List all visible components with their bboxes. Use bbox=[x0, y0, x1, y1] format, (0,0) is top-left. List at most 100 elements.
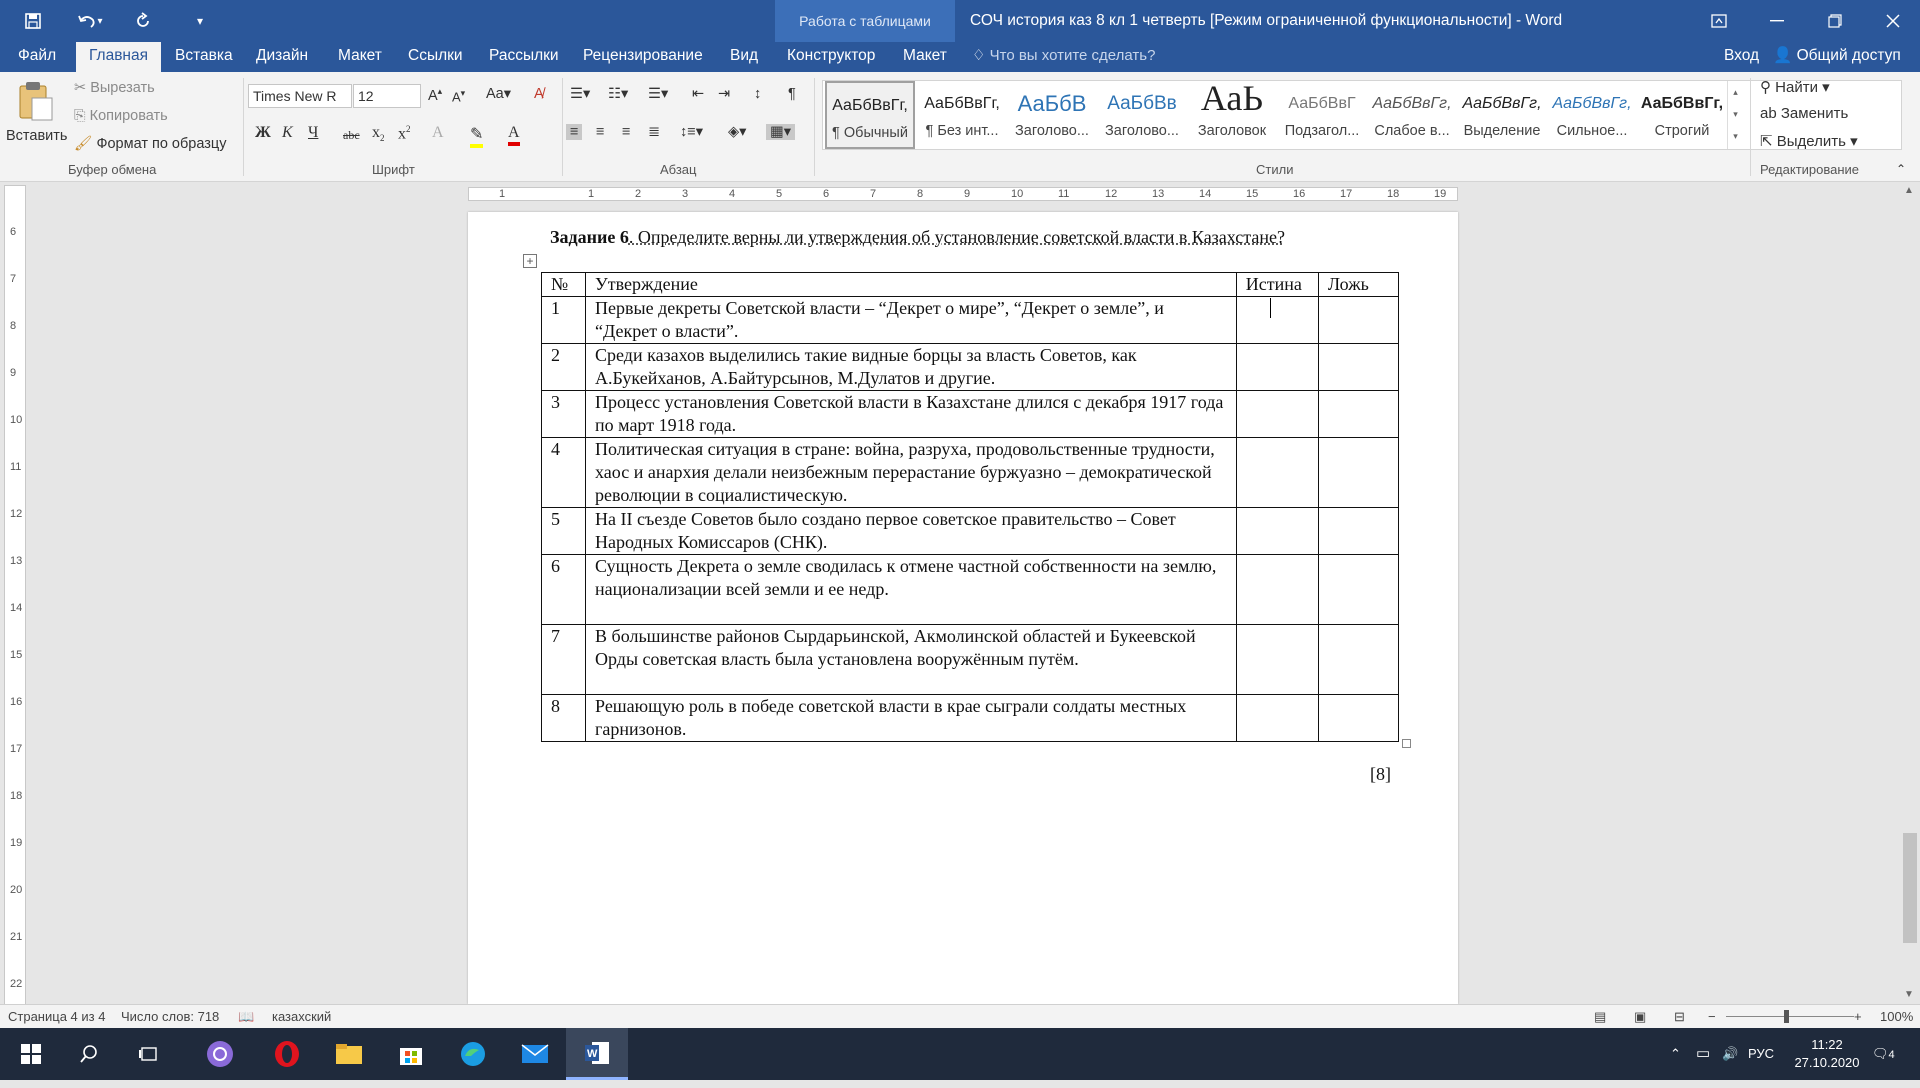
true-cell[interactable] bbox=[1236, 695, 1318, 742]
ribbon-display-options-icon[interactable] bbox=[1690, 0, 1748, 42]
bold-icon[interactable]: Ж bbox=[255, 124, 271, 142]
row-statement[interactable]: На II съезде Советов было создано первое… bbox=[586, 508, 1237, 555]
scroll-up-icon[interactable]: ▲ bbox=[1904, 185, 1914, 196]
change-case-icon[interactable]: Aa▾ bbox=[486, 86, 511, 102]
row-statement[interactable]: Решающую роль в победе советской власти … bbox=[586, 695, 1237, 742]
tab-view[interactable]: Вид bbox=[730, 42, 758, 72]
row-statement[interactable]: В большинстве районов Сырдарьинской, Акм… bbox=[586, 625, 1237, 695]
collapse-ribbon-icon[interactable]: ⌃ bbox=[1896, 162, 1906, 176]
grow-font-icon[interactable]: A▴ bbox=[428, 86, 442, 104]
false-cell[interactable] bbox=[1318, 297, 1398, 344]
clear-formatting-icon[interactable]: A̸ bbox=[534, 86, 544, 102]
tell-me-search[interactable]: ♢ Что вы хотите сделать? bbox=[972, 42, 1155, 72]
select-button[interactable]: ⇱ Выделить ▾ bbox=[1760, 132, 1858, 150]
true-cell[interactable] bbox=[1236, 391, 1318, 438]
false-cell[interactable] bbox=[1318, 508, 1398, 555]
tab-review[interactable]: Рецензирование bbox=[583, 42, 703, 72]
row-statement[interactable]: Первые декреты Советской власти – “Декре… bbox=[586, 297, 1237, 344]
style-title[interactable]: АаЬ Заголовок bbox=[1187, 81, 1277, 149]
style-normal[interactable]: АаБбВвГг, ¶ Обычный bbox=[825, 81, 915, 149]
false-cell[interactable] bbox=[1318, 695, 1398, 742]
signin-link[interactable]: Вход bbox=[1724, 42, 1759, 72]
tab-design[interactable]: Дизайн bbox=[256, 42, 308, 72]
show-marks-icon[interactable]: ¶ bbox=[788, 86, 796, 102]
style-subtle-emphasis[interactable]: АаБбВвГг, Слабое в... bbox=[1367, 81, 1457, 149]
scroll-down-icon[interactable]: ▼ bbox=[1904, 989, 1914, 1000]
false-cell[interactable] bbox=[1318, 344, 1398, 391]
word-app-icon[interactable]: W bbox=[566, 1028, 628, 1080]
zoom-slider-thumb[interactable] bbox=[1784, 1010, 1789, 1023]
true-cell[interactable] bbox=[1236, 625, 1318, 695]
style-heading-1[interactable]: АаБбВ Заголово... bbox=[1007, 81, 1097, 149]
true-cell[interactable] bbox=[1236, 555, 1318, 625]
style-subtitle[interactable]: АаБбВвГ Подзагол... bbox=[1277, 81, 1367, 149]
shading-icon[interactable]: ◈▾ bbox=[728, 124, 746, 140]
file-explorer-icon[interactable] bbox=[318, 1028, 380, 1080]
sort-icon[interactable]: ↕ bbox=[754, 86, 761, 102]
underline-icon[interactable]: Ч bbox=[308, 124, 318, 142]
clock[interactable]: 11:22 27.10.2020 bbox=[1792, 1036, 1862, 1088]
tab-table-layout[interactable]: Макет bbox=[903, 42, 947, 72]
tab-table-design[interactable]: Конструктор bbox=[787, 42, 875, 72]
strikethrough-icon[interactable]: abc bbox=[343, 128, 360, 143]
text-effects-icon[interactable]: A bbox=[432, 124, 444, 142]
font-name-combo[interactable]: Times New R bbox=[248, 84, 352, 108]
store-icon[interactable] bbox=[380, 1028, 442, 1080]
zoom-slider[interactable] bbox=[1726, 1016, 1854, 1017]
mail-icon[interactable] bbox=[504, 1028, 566, 1080]
bullets-icon[interactable]: ☰▾ bbox=[570, 86, 590, 102]
tray-overflow-icon[interactable]: ⌃ bbox=[1670, 1028, 1681, 1080]
styles-scroll-icon[interactable]: ▴ ▾ ▾ bbox=[1727, 81, 1743, 149]
true-cell[interactable] bbox=[1236, 344, 1318, 391]
find-button[interactable]: ⚲ Найти ▾ bbox=[1760, 78, 1830, 96]
tab-references[interactable]: Ссылки bbox=[408, 42, 463, 72]
tab-file[interactable]: Файл bbox=[18, 42, 56, 72]
superscript-icon[interactable]: x2 bbox=[398, 124, 411, 143]
vertical-scrollbar[interactable]: ▲ ▼ bbox=[1900, 183, 1920, 1005]
proofing-icon[interactable]: 📖 bbox=[238, 1009, 254, 1025]
save-icon[interactable] bbox=[16, 6, 50, 36]
numbering-icon[interactable]: ☷▾ bbox=[608, 86, 628, 102]
read-mode-icon[interactable]: ▤ bbox=[1594, 1009, 1606, 1025]
align-right-icon[interactable]: ≡ bbox=[622, 124, 630, 140]
highlight-icon[interactable]: ✎ bbox=[470, 124, 483, 148]
battery-icon[interactable]: ▭ bbox=[1696, 1028, 1710, 1080]
opera-icon[interactable] bbox=[256, 1028, 318, 1080]
align-left-icon[interactable]: ≡ bbox=[566, 124, 582, 140]
close-icon[interactable] bbox=[1864, 0, 1920, 42]
page-count[interactable]: Страница 4 из 4 bbox=[8, 1009, 105, 1024]
style-heading-2[interactable]: АаБбВв Заголово... bbox=[1097, 81, 1187, 149]
document-page[interactable]: Задание 6. Определите верны ли утвержден… bbox=[468, 212, 1458, 1004]
true-cell[interactable] bbox=[1236, 438, 1318, 508]
style-emphasis[interactable]: АаБбВвГг, Выделение bbox=[1457, 81, 1547, 149]
minimize-icon[interactable] bbox=[1748, 0, 1806, 42]
start-button[interactable] bbox=[0, 1028, 62, 1080]
redo-icon[interactable] bbox=[126, 6, 160, 36]
row-statement[interactable]: Политическая ситуация в стране: война, р… bbox=[586, 438, 1237, 508]
style-strong[interactable]: АаБбВвГг, Строгий bbox=[1637, 81, 1727, 149]
share-button[interactable]: 👤 Общий доступ bbox=[1773, 42, 1901, 72]
copy-button[interactable]: ⎘ Копировать bbox=[74, 108, 168, 124]
borders-icon[interactable]: ▦▾ bbox=[766, 124, 795, 140]
word-count[interactable]: Число слов: 718 bbox=[121, 1009, 219, 1024]
tab-layout[interactable]: Макет bbox=[338, 42, 382, 72]
statements-table[interactable]: № Утверждение Истина Ложь 1 Первые декре… bbox=[541, 272, 1399, 742]
cut-button[interactable]: ✂ Вырезать bbox=[74, 80, 155, 96]
search-icon[interactable] bbox=[58, 1028, 120, 1080]
false-cell[interactable] bbox=[1318, 438, 1398, 508]
horizontal-ruler[interactable]: 1 1 2 3 4 5 6 7 8 9 10 11 12 13 14 15 16 17 18 19 bbox=[0, 183, 1920, 205]
tab-mailings[interactable]: Рассылки bbox=[489, 42, 559, 72]
table-resize-handle[interactable] bbox=[1402, 739, 1411, 748]
tab-home[interactable]: Главная bbox=[76, 42, 161, 72]
zoom-level[interactable]: 100% bbox=[1880, 1009, 1913, 1024]
font-size-combo[interactable]: 12 bbox=[353, 84, 421, 108]
multilevel-list-icon[interactable]: ☰▾ bbox=[648, 86, 668, 102]
language-label[interactable]: казахский bbox=[272, 1009, 331, 1024]
paste-button[interactable]: Вставить bbox=[12, 80, 60, 160]
true-cell[interactable] bbox=[1236, 508, 1318, 555]
style-no-spacing[interactable]: АаБбВвГг, ¶ Без инт... bbox=[917, 81, 1007, 149]
edge-icon[interactable] bbox=[442, 1028, 504, 1080]
task-view-icon[interactable] bbox=[118, 1028, 180, 1080]
line-spacing-icon[interactable]: ↕≡▾ bbox=[680, 124, 703, 140]
notifications-icon[interactable]: 🗨4 bbox=[1872, 1028, 1895, 1080]
